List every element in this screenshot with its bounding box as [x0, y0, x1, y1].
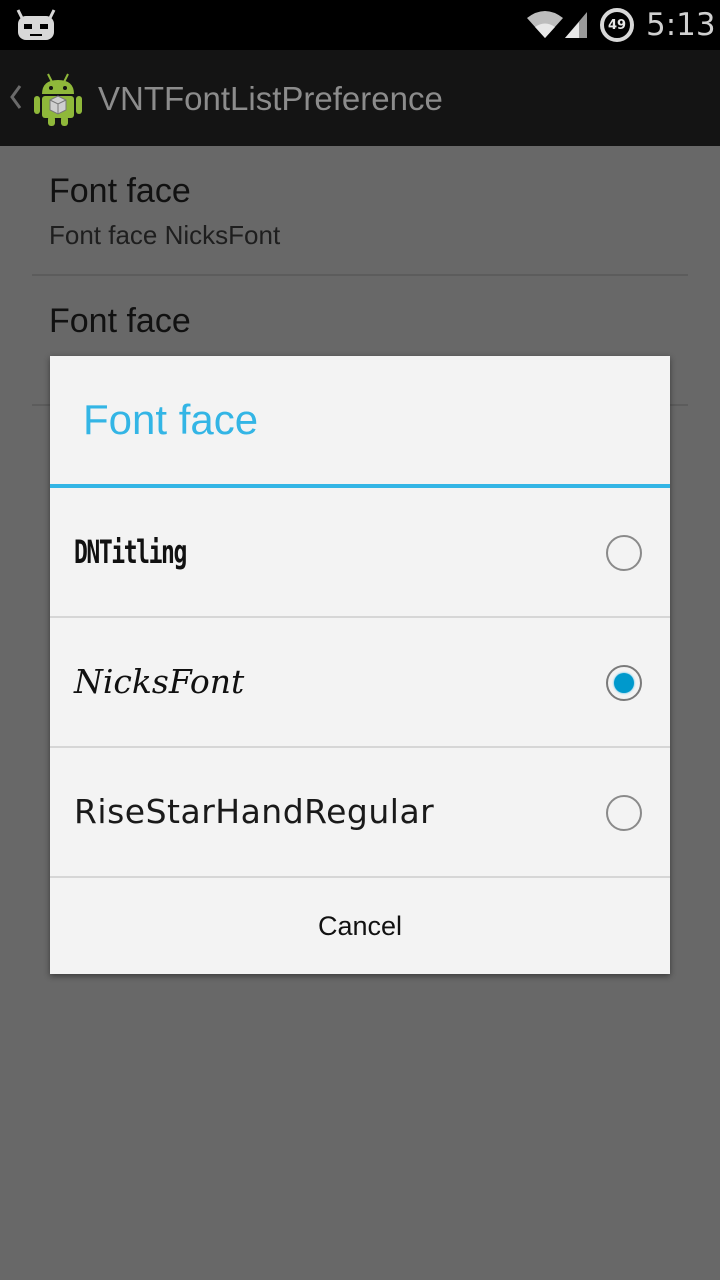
preference-summary: Font face NicksFont — [49, 220, 281, 250]
font-face-dialog: Font face DNTitling NicksFont RiseStarHa… — [50, 356, 670, 974]
page-title: VNTFontListPreference — [98, 80, 443, 117]
wifi-icon — [527, 11, 563, 38]
radio-button[interactable] — [606, 795, 642, 831]
action-bar: VNTFontListPreference — [0, 50, 720, 146]
battery-icon: 49 — [600, 8, 634, 42]
cyanogenmod-bugdroid-icon — [16, 9, 56, 40]
battery-level: 49 — [607, 17, 627, 33]
clock: 5:13 — [646, 7, 716, 43]
font-option-label: NicksFont — [74, 662, 245, 701]
radio-selected-dot — [614, 673, 634, 693]
font-option-risestarhandregular[interactable]: RiseStarHandRegular — [50, 748, 670, 878]
preference-item[interactable]: Font face Font face NicksFont — [32, 146, 688, 276]
font-option-dntitling[interactable]: DNTitling — [50, 488, 670, 618]
radio-button[interactable] — [606, 535, 642, 571]
android-robot-icon[interactable] — [32, 70, 84, 128]
font-option-label: DNTitling — [74, 533, 187, 571]
radio-button-checked[interactable] — [606, 665, 642, 701]
chevron-left-icon[interactable] — [8, 82, 24, 112]
cell-signal-icon — [565, 12, 587, 38]
dialog-title: Font face — [83, 396, 259, 443]
preference-title: Font face — [49, 302, 191, 340]
font-option-nicksfont[interactable]: NicksFont — [50, 618, 670, 748]
font-option-label: RiseStarHandRegular — [74, 792, 435, 831]
status-bar: 49 5:13 — [0, 0, 720, 50]
preference-title: Font face — [49, 172, 191, 210]
cancel-button[interactable]: Cancel — [50, 878, 670, 974]
